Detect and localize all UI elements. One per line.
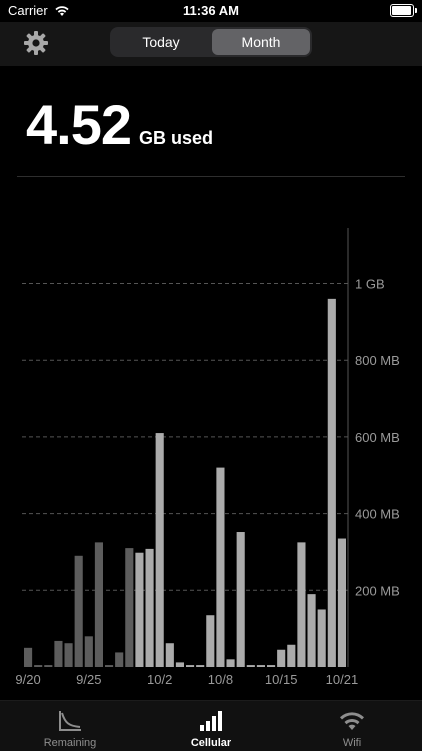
usage-bar [74, 555, 83, 667]
usage-bar [64, 643, 73, 667]
usage-bar [165, 643, 174, 667]
usage-bar [24, 647, 33, 667]
usage-bar [297, 542, 306, 667]
y-tick-label: 800 MB [355, 353, 400, 368]
tab-remaining[interactable]: Remaining [0, 701, 140, 751]
usage-bar [84, 636, 93, 667]
usage-bar [216, 467, 225, 667]
usage-bar [94, 542, 103, 667]
usage-value: 4.52 [26, 93, 132, 156]
tab-wifi-label: Wifi [342, 737, 362, 749]
tab-cellular-label: Cellular [190, 737, 232, 749]
usage-bar [277, 649, 286, 667]
usage-bar [135, 552, 144, 667]
period-segmented-control: Today Month [110, 27, 312, 57]
wifi-icon [340, 712, 364, 730]
tab-cellular[interactable]: Cellular [141, 701, 281, 751]
segment-month[interactable]: Month [212, 29, 310, 55]
x-tick-label: 10/8 [208, 672, 233, 687]
status-time: 11:36 AM [183, 3, 239, 18]
tab-remaining-label: Remaining [43, 737, 97, 749]
cellular-signal-icon [200, 711, 222, 731]
x-tick-label: 10/15 [265, 672, 298, 687]
usage-bar [175, 662, 184, 667]
usage-bar [125, 548, 134, 667]
x-tick-label: 9/20 [15, 672, 40, 687]
y-tick-label: 400 MB [355, 507, 400, 522]
usage-bar [155, 433, 164, 667]
divider [17, 176, 405, 177]
usage-bar [327, 298, 336, 667]
remaining-graph-icon [59, 711, 81, 731]
usage-bar [196, 665, 205, 667]
usage-bar [246, 665, 255, 667]
usage-bar [307, 594, 316, 667]
x-tick-label: 10/21 [326, 672, 359, 687]
gear-icon[interactable] [23, 30, 49, 56]
usage-bar [54, 640, 63, 667]
usage-bar [236, 532, 245, 667]
usage-bar [226, 659, 235, 667]
y-tick-label: 600 MB [355, 430, 400, 445]
usage-bar [115, 652, 124, 667]
usage-bar [145, 548, 154, 667]
nav-bar: Today Month [0, 22, 422, 66]
tab-bar: Remaining Cellular Wifi [0, 700, 422, 751]
status-bar: Carrier 11:36 AM [0, 0, 422, 22]
x-tick-label: 9/25 [76, 672, 101, 687]
usage-bar [44, 665, 53, 667]
usage-summary: 4.52 GB used [26, 92, 213, 157]
y-tick-label: 1 GB [355, 277, 385, 292]
segment-today[interactable]: Today [112, 29, 210, 55]
usage-bar [256, 665, 265, 667]
usage-bar [34, 665, 43, 667]
usage-unit: GB used [139, 128, 214, 148]
usage-bar [337, 538, 346, 667]
battery-icon [390, 4, 417, 17]
usage-bar [267, 665, 276, 667]
x-tick-label: 10/2 [147, 672, 172, 687]
usage-bar-chart: 1 GB 800 MB 600 MB 400 MB 200 MB 9/20 9/25 10/2… [15, 228, 400, 687]
usage-bar [317, 609, 326, 667]
y-tick-label: 200 MB [355, 583, 400, 598]
usage-bar [206, 615, 215, 667]
tab-wifi[interactable]: Wifi [282, 701, 422, 751]
usage-bar [105, 665, 114, 667]
usage-bar [186, 665, 195, 667]
usage-bar [287, 644, 296, 667]
